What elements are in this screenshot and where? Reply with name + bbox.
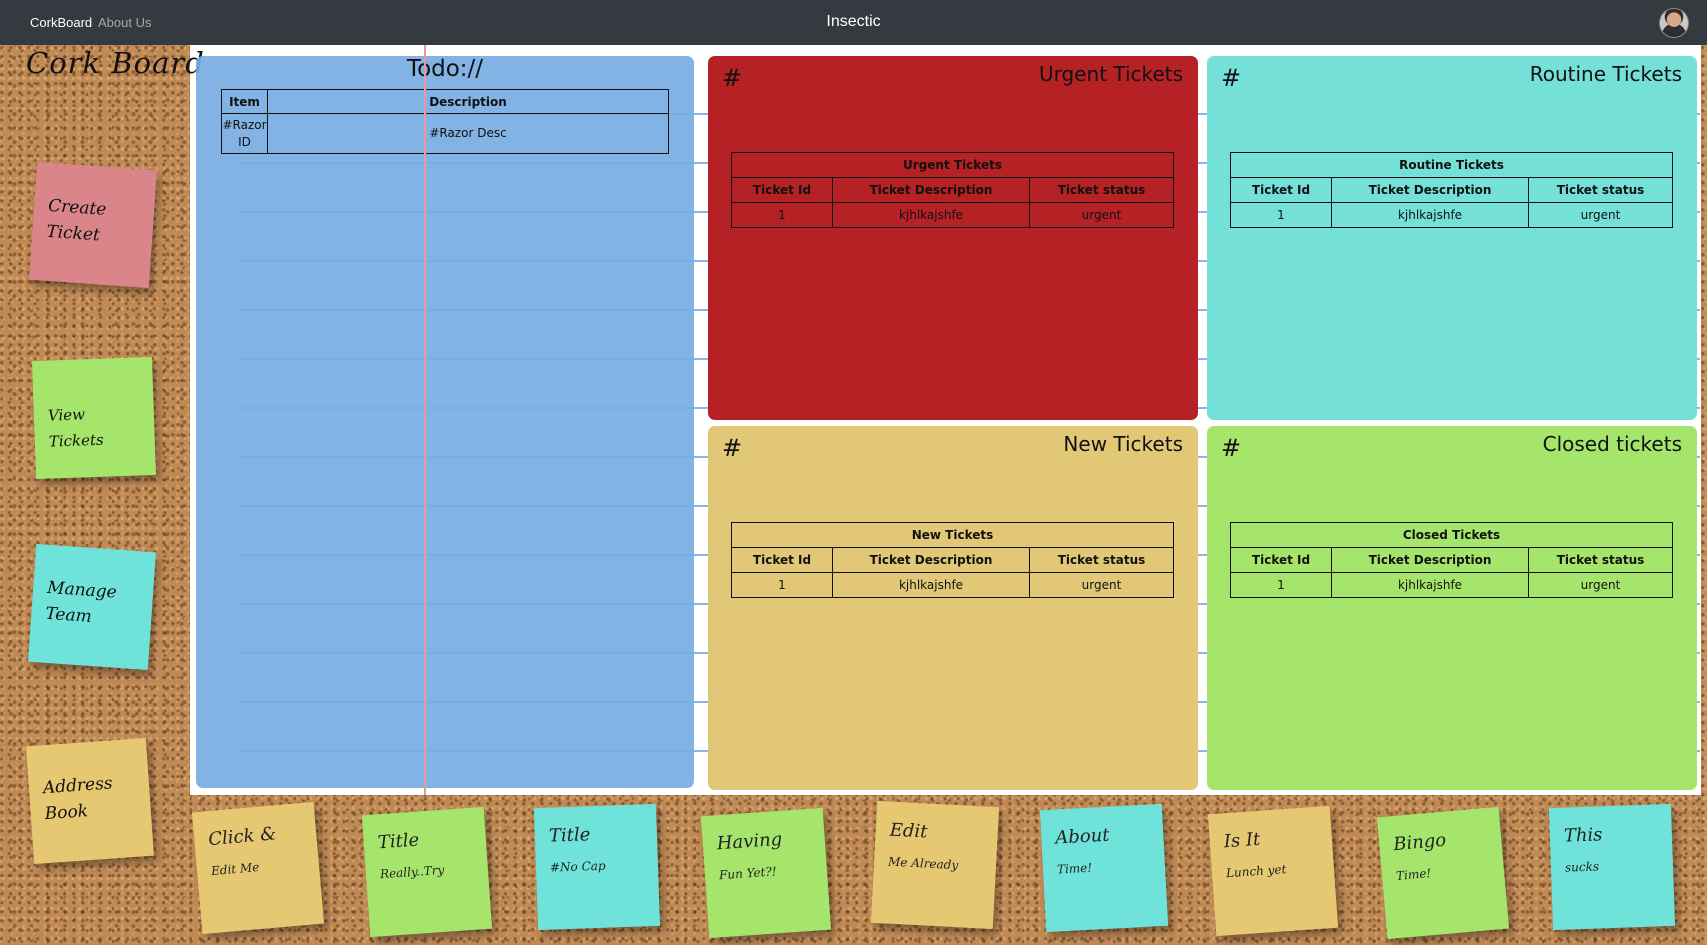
- sticky-note-title: Edit: [889, 819, 928, 843]
- new-tickets-title: New Tickets: [1063, 432, 1183, 456]
- manage-team-note[interactable]: Manage Team: [28, 543, 156, 671]
- sticky-note[interactable]: About Time!: [1039, 803, 1169, 933]
- closed-tickets-table: Closed Tickets Ticket Id Ticket Descript…: [1230, 522, 1673, 598]
- sticky-note-body: Me Already: [887, 854, 959, 873]
- todo-header-item: Item: [221, 89, 268, 114]
- col-ticket-status: Ticket status: [1029, 547, 1174, 573]
- hash-icon: #: [1221, 64, 1242, 92]
- sticky-note[interactable]: Click & Edit Me: [191, 801, 325, 935]
- new-tickets-panel: # New Tickets New Tickets Ticket Id Tick…: [708, 426, 1198, 790]
- create-ticket-note[interactable]: Create Ticket: [29, 161, 157, 289]
- closed-tickets-panel: # Closed tickets Closed Tickets Ticket I…: [1207, 426, 1697, 790]
- sticky-note-title: Bingo: [1392, 829, 1447, 856]
- col-ticket-status: Ticket status: [1029, 177, 1174, 203]
- todo-table: Item Description #Razor ID #Razor Desc: [221, 89, 669, 154]
- ticket-id-cell: 1: [1230, 572, 1332, 598]
- sticky-note-body: Time!: [1056, 860, 1093, 877]
- sticky-note[interactable]: Title #No Cap: [533, 803, 661, 931]
- manage-team-line2: Team: [44, 603, 93, 627]
- sticky-note-title: This: [1563, 824, 1603, 847]
- hash-icon: #: [1221, 434, 1242, 462]
- view-tickets-note[interactable]: View Tickets: [31, 356, 157, 480]
- sticky-note-body: Edit Me: [210, 859, 260, 879]
- routine-tickets-table: Routine Tickets Ticket Id Ticket Descrip…: [1230, 152, 1673, 228]
- col-ticket-status: Ticket status: [1528, 177, 1673, 203]
- col-ticket-description: Ticket Description: [1331, 177, 1529, 203]
- ticket-id-cell: 1: [731, 572, 833, 598]
- sticky-note-title: Having: [716, 828, 783, 855]
- sticky-note[interactable]: Edit Me Already: [870, 800, 1000, 930]
- ticket-status-cell: urgent: [1528, 572, 1673, 598]
- table-row: #Razor ID #Razor Desc: [221, 113, 669, 154]
- user-avatar-icon[interactable]: [1659, 8, 1689, 38]
- notebook-margin-line: [424, 44, 426, 795]
- todo-description-cell: #Razor Desc: [267, 113, 669, 154]
- navbar: CorkBoard About Us Insectic: [0, 0, 1707, 45]
- urgent-tickets-table: Urgent Tickets Ticket Id Ticket Descript…: [731, 152, 1174, 228]
- urgent-table-caption: Urgent Tickets: [731, 152, 1174, 178]
- address-book-line2: Book: [44, 801, 89, 825]
- sticky-note-title: Title: [548, 824, 591, 847]
- col-ticket-id: Ticket Id: [731, 177, 833, 203]
- new-tickets-table: New Tickets Ticket Id Ticket Description…: [731, 522, 1174, 598]
- sticky-note-title: Click &: [207, 823, 278, 851]
- hash-icon: #: [722, 64, 743, 92]
- sticky-note[interactable]: Title Really..Try: [361, 806, 493, 938]
- ticket-status-cell: urgent: [1029, 572, 1174, 598]
- sticky-note[interactable]: This sucks: [1548, 803, 1676, 931]
- sticky-note-body: #No Cap: [549, 858, 606, 875]
- sticky-note-title: Is It: [1223, 828, 1261, 853]
- routine-table-caption: Routine Tickets: [1230, 152, 1673, 178]
- ticket-description-cell: kjhlkajshfe: [832, 202, 1030, 228]
- sticky-note[interactable]: Bingo Time!: [1376, 806, 1510, 940]
- hash-icon: #: [722, 434, 743, 462]
- ticket-description-cell: kjhlkajshfe: [832, 572, 1030, 598]
- routine-tickets-title: Routine Tickets: [1529, 62, 1682, 86]
- sticky-note-body: sucks: [1564, 859, 1600, 875]
- table-row[interactable]: 1 kjhlkajshfe urgent: [731, 572, 1174, 598]
- sticky-note-title: Title: [377, 829, 420, 854]
- sticky-note-title: About: [1054, 824, 1111, 849]
- corkboard-logo: Cork Board: [26, 46, 205, 80]
- col-ticket-status: Ticket status: [1528, 547, 1673, 573]
- sticky-note-body: Really..Try: [379, 862, 445, 882]
- sticky-note-body: Time!: [1395, 866, 1432, 884]
- sticky-note-body: Fun Yet?!: [718, 864, 778, 883]
- address-book-note[interactable]: Address Book: [26, 737, 154, 865]
- col-ticket-description: Ticket Description: [832, 177, 1030, 203]
- sticky-note-body: Lunch yet: [1225, 862, 1287, 881]
- view-tickets-label: View Tickets: [47, 405, 104, 451]
- sticky-note[interactable]: Having Fun Yet?!: [700, 807, 832, 939]
- table-row[interactable]: 1 kjhlkajshfe urgent: [1230, 202, 1673, 228]
- urgent-tickets-title: Urgent Tickets: [1039, 62, 1183, 86]
- col-ticket-description: Ticket Description: [1331, 547, 1529, 573]
- closed-tickets-title: Closed tickets: [1542, 432, 1682, 456]
- ticket-description-cell: kjhlkajshfe: [1331, 202, 1529, 228]
- todo-item-cell: #Razor ID: [221, 113, 268, 154]
- ticket-id-cell: 1: [1230, 202, 1332, 228]
- ticket-id-cell: 1: [731, 202, 833, 228]
- todo-title: Todo://: [406, 56, 484, 82]
- table-row[interactable]: 1 kjhlkajshfe urgent: [1230, 572, 1673, 598]
- todo-panel: Todo:// Item Description #Razor ID #Razo…: [196, 56, 694, 788]
- closed-table-caption: Closed Tickets: [1230, 522, 1673, 548]
- ticket-description-cell: kjhlkajshfe: [1331, 572, 1529, 598]
- col-ticket-description: Ticket Description: [832, 547, 1030, 573]
- urgent-tickets-panel: # Urgent Tickets Urgent Tickets Ticket I…: [708, 56, 1198, 420]
- col-ticket-id: Ticket Id: [731, 547, 833, 573]
- col-ticket-id: Ticket Id: [1230, 177, 1332, 203]
- ticket-status-cell: urgent: [1528, 202, 1673, 228]
- create-ticket-line2: Ticket: [45, 221, 101, 246]
- app-title: Insectic: [826, 13, 881, 30]
- ticket-status-cell: urgent: [1029, 202, 1174, 228]
- sticky-note[interactable]: Is It Lunch yet: [1207, 805, 1339, 937]
- col-ticket-id: Ticket Id: [1230, 547, 1332, 573]
- table-row[interactable]: 1 kjhlkajshfe urgent: [731, 202, 1174, 228]
- new-table-caption: New Tickets: [731, 522, 1174, 548]
- routine-tickets-panel: # Routine Tickets Routine Tickets Ticket…: [1207, 56, 1697, 420]
- todo-header-description: Description: [267, 89, 669, 114]
